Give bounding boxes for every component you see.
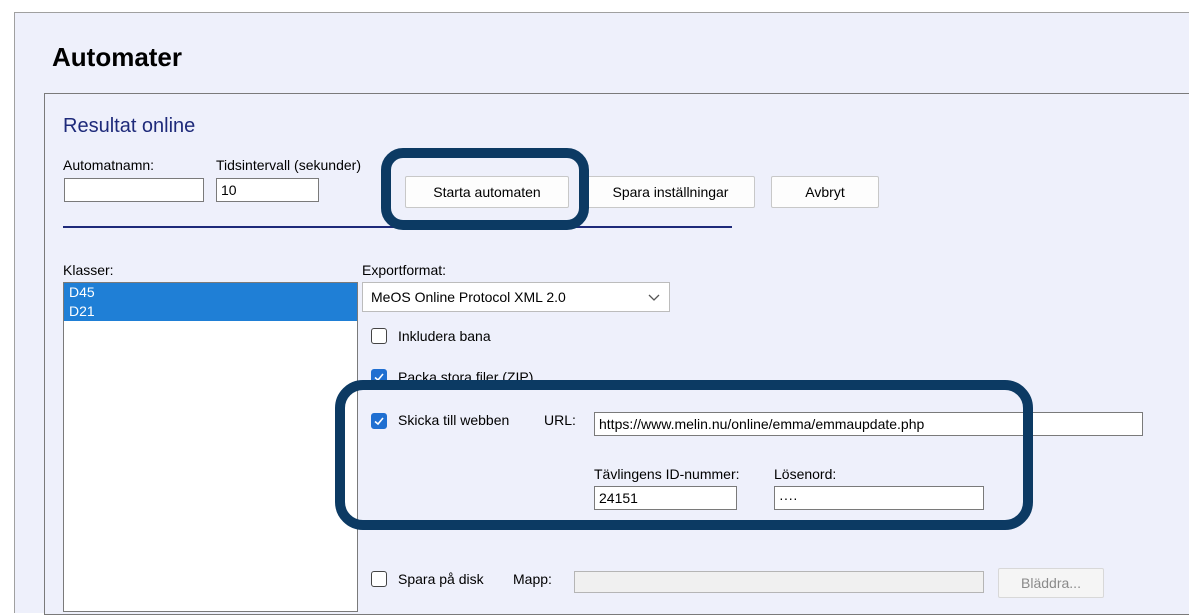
classes-label: Klasser:	[63, 262, 114, 278]
browse-button[interactable]: Bläddra...	[998, 568, 1104, 598]
folder-label: Mapp:	[513, 571, 552, 587]
list-item[interactable]: D45	[64, 283, 357, 302]
export-format-select[interactable]: MeOS Online Protocol XML 2.0	[362, 282, 670, 312]
web-settings-highlight	[335, 380, 1033, 530]
save-disk-label: Spara på disk	[398, 571, 484, 587]
export-format-value: MeOS Online Protocol XML 2.0	[371, 289, 566, 305]
page-title: Automater	[52, 42, 183, 72]
include-course-label: Inkludera bana	[398, 328, 491, 344]
save-settings-button[interactable]: Spara inställningar	[586, 176, 755, 208]
export-format-label: Exportformat:	[362, 262, 447, 278]
start-button-highlight	[381, 148, 589, 230]
cancel-button[interactable]: Avbryt	[771, 176, 879, 208]
section-title: Resultat online	[63, 115, 196, 137]
automat-name-label: Automatnamn:	[63, 157, 155, 173]
list-item[interactable]: D21	[64, 302, 357, 321]
interval-label: Tidsintervall (sekunder)	[216, 157, 361, 173]
chevron-down-icon	[648, 294, 660, 301]
include-course-checkbox[interactable]	[371, 328, 387, 344]
automat-name-input[interactable]	[64, 178, 204, 202]
save-disk-checkbox[interactable]	[371, 571, 387, 587]
interval-input[interactable]: 10	[216, 178, 319, 202]
folder-input[interactable]	[574, 571, 984, 593]
classes-listbox[interactable]: D45 D21	[63, 282, 358, 612]
